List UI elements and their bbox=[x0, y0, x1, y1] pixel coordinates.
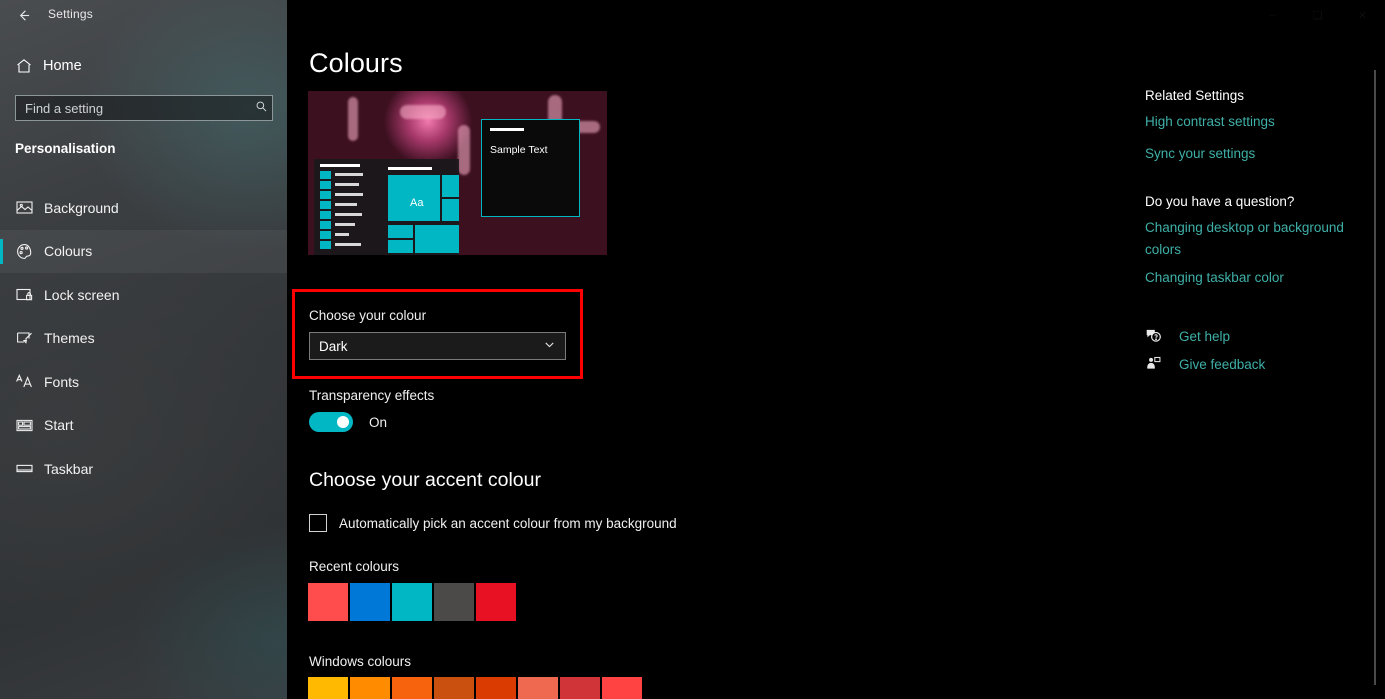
minimize-button[interactable]: – bbox=[1250, 0, 1295, 30]
sidebar-item-themes[interactable]: Themes bbox=[0, 317, 287, 361]
sidebar-section-heading: Personalisation bbox=[15, 141, 116, 156]
sidebar-item-taskbar[interactable]: Taskbar bbox=[0, 447, 287, 491]
window-controls: – ❑ ✕ bbox=[1250, 0, 1385, 30]
page-title: Colours bbox=[309, 48, 403, 79]
sidebar-item-lock-screen[interactable]: Lock screen bbox=[0, 273, 287, 317]
search-box[interactable] bbox=[15, 95, 273, 121]
sidebar-item-home[interactable]: Home bbox=[0, 52, 287, 80]
sidebar-item-label: Colours bbox=[44, 243, 92, 259]
windows-colours-swatches bbox=[308, 677, 642, 699]
windows-colour-swatch[interactable] bbox=[602, 677, 642, 699]
close-button[interactable]: ✕ bbox=[1340, 0, 1385, 30]
sidebar-item-start[interactable]: Start bbox=[0, 404, 287, 448]
recent-colour-swatch[interactable] bbox=[350, 583, 390, 621]
choose-colour-dropdown[interactable]: Dark bbox=[309, 332, 566, 360]
start-grid-icon bbox=[15, 416, 34, 435]
windows-colour-swatch[interactable] bbox=[308, 677, 348, 699]
windows-colour-swatch[interactable] bbox=[476, 677, 516, 699]
choose-colour-value: Dark bbox=[319, 339, 348, 354]
recent-colour-swatch[interactable] bbox=[476, 583, 516, 621]
search-icon[interactable] bbox=[250, 100, 272, 116]
transparency-state-label: On bbox=[369, 415, 387, 430]
sidebar-item-label: Taskbar bbox=[44, 461, 93, 477]
get-help-row[interactable]: Get help bbox=[1145, 327, 1360, 345]
help-bubble-icon bbox=[1145, 327, 1165, 345]
preview-tiles: Aa bbox=[388, 167, 459, 255]
preview-sample-window: Sample Text bbox=[481, 119, 580, 217]
sidebar-titlebar: Settings bbox=[0, 0, 287, 30]
windows-colour-swatch[interactable] bbox=[434, 677, 474, 699]
maximize-button[interactable]: ❑ bbox=[1295, 0, 1340, 30]
related-settings-panel: Related Settings High contrast settings … bbox=[1145, 88, 1360, 373]
sidebar-item-fonts[interactable]: Fonts bbox=[0, 360, 287, 404]
sidebar-item-label: Background bbox=[44, 200, 119, 216]
chevron-down-icon bbox=[543, 338, 556, 354]
main-content: – ❑ ✕ Colours bbox=[287, 0, 1385, 699]
give-feedback-row[interactable]: Give feedback bbox=[1145, 355, 1360, 373]
windows-colour-swatch[interactable] bbox=[518, 677, 558, 699]
question-link-changing-taskbar-color[interactable]: Changing taskbar color bbox=[1145, 267, 1360, 289]
get-help-label: Get help bbox=[1179, 329, 1230, 344]
lock-screen-icon bbox=[15, 285, 34, 304]
recent-colour-swatch[interactable] bbox=[392, 583, 432, 621]
back-arrow-icon[interactable] bbox=[8, 3, 38, 27]
taskbar-icon bbox=[15, 459, 34, 478]
toggle-knob bbox=[337, 416, 349, 428]
question-link-changing-desktop-colors[interactable]: Changing desktop or background colors bbox=[1145, 217, 1360, 262]
theme-preview: Aa Sample Text bbox=[308, 91, 607, 255]
windows-colour-swatch[interactable] bbox=[350, 677, 390, 699]
recent-colours-swatches bbox=[308, 583, 516, 621]
fonts-aa-icon bbox=[15, 372, 34, 391]
search-input[interactable] bbox=[16, 101, 250, 116]
vertical-scrollbar[interactable] bbox=[1374, 70, 1376, 685]
give-feedback-label: Give feedback bbox=[1179, 357, 1265, 372]
sidebar-item-background[interactable]: Background bbox=[0, 186, 287, 230]
windows-colour-swatch[interactable] bbox=[560, 677, 600, 699]
related-link-high-contrast[interactable]: High contrast settings bbox=[1145, 111, 1360, 133]
settings-window: Settings Home Personalisation bbox=[0, 0, 1385, 699]
palette-icon bbox=[15, 242, 34, 261]
recent-colours-label: Recent colours bbox=[309, 559, 399, 574]
sidebar-item-colours[interactable]: Colours bbox=[0, 230, 287, 274]
preview-sample-text: Sample Text bbox=[490, 144, 548, 156]
auto-accent-label: Automatically pick an accent colour from… bbox=[339, 516, 677, 531]
recent-colour-swatch[interactable] bbox=[308, 583, 348, 621]
preview-window-titlebar bbox=[490, 128, 524, 131]
sidebar-item-label: Themes bbox=[44, 330, 95, 346]
themes-brush-icon bbox=[15, 329, 34, 348]
auto-accent-checkbox[interactable] bbox=[309, 514, 327, 532]
related-link-sync-settings[interactable]: Sync your settings bbox=[1145, 143, 1360, 165]
sidebar-home-label: Home bbox=[43, 58, 82, 74]
transparency-toggle[interactable] bbox=[309, 412, 353, 432]
windows-colours-label: Windows colours bbox=[309, 654, 411, 669]
window-title: Settings bbox=[48, 7, 93, 21]
sidebar-nav: Background Colours Loc bbox=[0, 186, 287, 491]
sidebar: Settings Home Personalisation bbox=[0, 0, 287, 699]
auto-accent-row[interactable]: Automatically pick an accent colour from… bbox=[309, 514, 677, 532]
sidebar-item-label: Lock screen bbox=[44, 287, 119, 303]
sidebar-item-label: Start bbox=[44, 417, 74, 433]
related-settings-heading: Related Settings bbox=[1145, 88, 1360, 103]
accent-colour-heading: Choose your accent colour bbox=[309, 469, 541, 492]
transparency-toggle-row[interactable]: On bbox=[309, 412, 387, 432]
home-icon bbox=[15, 57, 33, 75]
choose-colour-label: Choose your colour bbox=[309, 308, 426, 323]
windows-colour-swatch[interactable] bbox=[392, 677, 432, 699]
recent-colour-swatch[interactable] bbox=[434, 583, 474, 621]
sidebar-item-label: Fonts bbox=[44, 374, 79, 390]
question-heading: Do you have a question? bbox=[1145, 194, 1360, 209]
preview-tile-letters: Aa bbox=[410, 197, 423, 209]
transparency-effects-label: Transparency effects bbox=[309, 388, 434, 403]
feedback-person-icon bbox=[1145, 355, 1165, 373]
picture-icon bbox=[15, 198, 34, 217]
